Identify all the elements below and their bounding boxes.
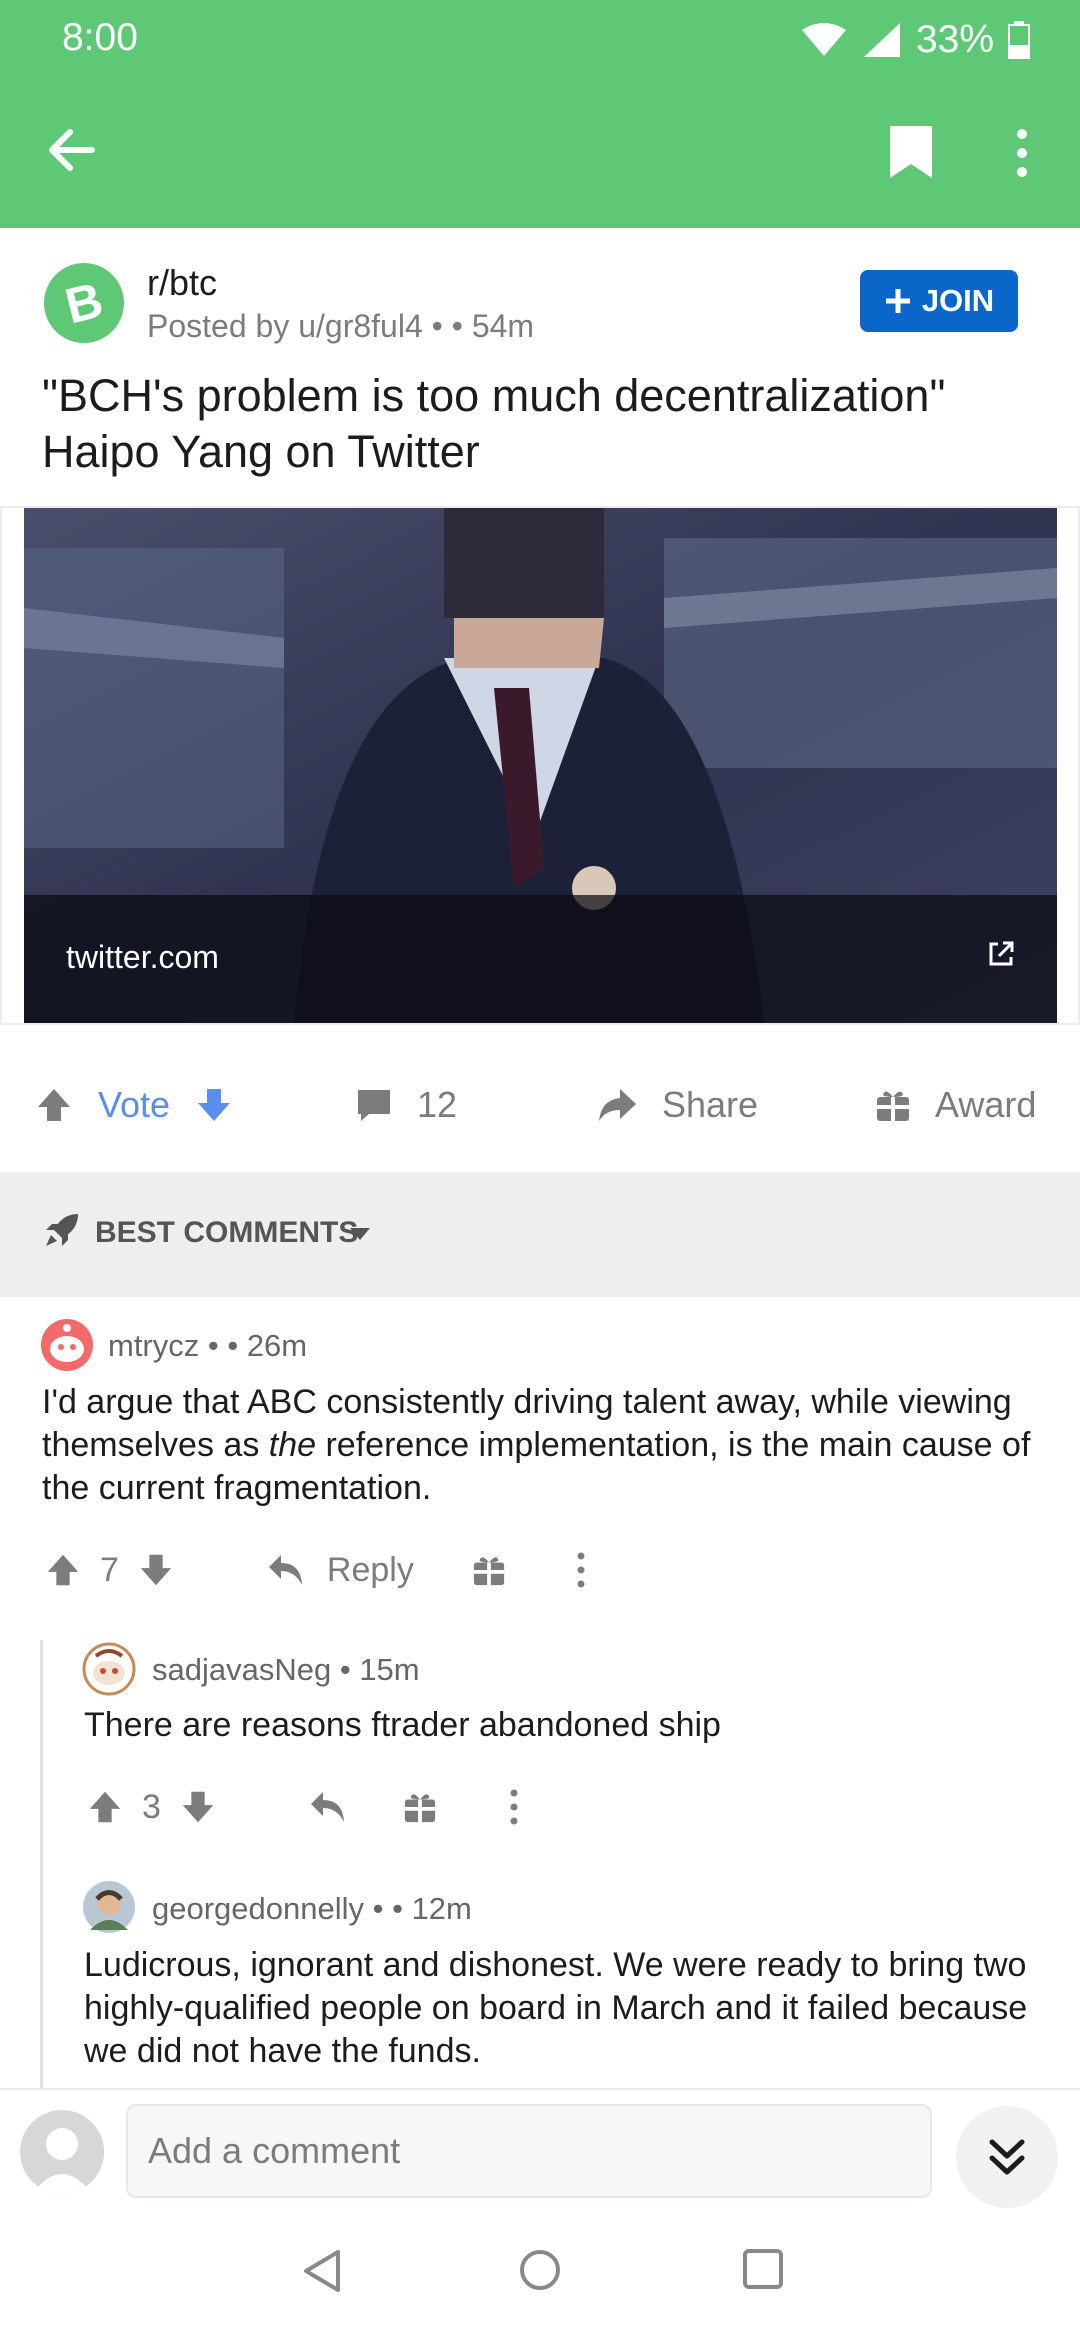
comment-author[interactable]: mtrycz [108, 1328, 199, 1363]
award-button[interactable]: Award [875, 1040, 1036, 1170]
comment-sort-bar[interactable]: BEST COMMENTS [0, 1172, 1080, 1297]
subreddit-avatar[interactable]: B [44, 263, 124, 343]
thread-indent-line[interactable] [40, 1640, 43, 2090]
comment-actions: 7 Reply [44, 1540, 586, 1600]
nav-back-icon[interactable] [300, 2248, 342, 2294]
post-meta: Posted by u/gr8ful4 • • 54m [147, 308, 535, 344]
comment-author[interactable]: georgedonnelly [152, 1891, 364, 1926]
cell-signal-icon [863, 23, 900, 57]
upvote-icon[interactable] [34, 1085, 74, 1125]
chevron-down-icon [350, 1228, 370, 1240]
comment-time: 26m [246, 1328, 308, 1363]
user-placeholder-icon [32, 2128, 92, 2194]
post-time: 54m [471, 308, 535, 344]
snoo-avatar-icon[interactable] [82, 1642, 136, 1696]
vote-label: Vote [98, 1084, 171, 1125]
comment-input[interactable] [126, 2104, 932, 2198]
external-link-icon [989, 941, 1014, 966]
wifi-icon [801, 23, 846, 56]
join-label: JOIN [921, 283, 995, 318]
nav-home-icon[interactable] [518, 2248, 562, 2292]
link-preview-card[interactable]: twitter.com [24, 508, 1057, 1023]
comments-button[interactable]: 12 [355, 1040, 457, 1170]
svg-text:B: B [60, 271, 109, 334]
comment-meta: georgedonnelly • • 12m [152, 1891, 472, 1926]
post-actions: Vote 12 Share Award [0, 1040, 1080, 1170]
gift-icon[interactable] [472, 1553, 506, 1587]
status-bar: 8:00 33% [0, 0, 1080, 80]
reply-label: Reply [326, 1550, 414, 1589]
post-title[interactable]: "BCH's problem is too much decentralizat… [42, 368, 1042, 480]
vote-group: Vote [34, 1040, 234, 1170]
comment-time: 12m [411, 1891, 472, 1926]
sort-label: BEST COMMENTS [95, 1216, 359, 1249]
comment-icon [358, 1090, 390, 1121]
comment-actions: 3 [86, 1777, 519, 1837]
comment-composer [0, 2088, 1080, 2208]
back-arrow-icon[interactable] [46, 124, 98, 176]
link-domain: twitter.com [66, 939, 219, 975]
comment-score: 3 [142, 1787, 161, 1826]
comments-count: 12 [417, 1084, 458, 1125]
user-avatar[interactable] [20, 2110, 104, 2194]
comment-body: Ludicrous, ignorant and dishonest. We we… [84, 1946, 1028, 2070]
bitcoin-cash-icon: B [60, 271, 109, 334]
more-vertical-icon[interactable] [509, 1789, 519, 1825]
more-vertical-icon[interactable] [576, 1552, 586, 1588]
award-label: Award [935, 1084, 1037, 1125]
status-icons: 33% [800, 16, 1030, 64]
downvote-icon[interactable] [179, 1788, 217, 1826]
post-author[interactable]: Posted by u/gr8ful4 [147, 308, 423, 344]
downvote-icon[interactable] [137, 1551, 175, 1589]
system-nav-bar [0, 2208, 1080, 2340]
comment-time: 15m [359, 1652, 420, 1687]
snoo-avatar-icon[interactable] [40, 1318, 94, 1372]
link-domain-bar: twitter.com [24, 895, 1057, 1023]
bookmark-icon[interactable] [888, 124, 934, 180]
nav-recents-icon[interactable] [742, 2248, 784, 2290]
upvote-icon[interactable] [86, 1788, 124, 1826]
subreddit-name[interactable]: r/btc [147, 262, 217, 304]
comment-score: 7 [100, 1550, 119, 1589]
app-bar: 8:00 33% [0, 0, 1080, 228]
battery-percent: 33% [915, 18, 994, 61]
status-time: 8:00 [62, 16, 138, 59]
double-chevron-down-icon [989, 2139, 1025, 2175]
join-button[interactable]: JOIN [860, 270, 1018, 332]
collapse-threads-button[interactable] [956, 2106, 1058, 2208]
gift-icon[interactable] [403, 1790, 437, 1824]
comment-meta: mtrycz • • 26m [108, 1328, 308, 1363]
rocket-icon [46, 1214, 78, 1246]
user-photo-avatar[interactable] [82, 1880, 136, 1934]
reply-button[interactable]: Reply [267, 1551, 414, 1590]
reply-icon[interactable] [309, 1790, 347, 1824]
share-label: Share [662, 1084, 759, 1125]
reply-icon [268, 1555, 302, 1585]
comment-body: I'd argue that ABC consistently driving … [42, 1383, 1031, 1507]
downvote-icon[interactable] [194, 1085, 234, 1125]
battery-icon [1008, 21, 1030, 59]
plus-icon [885, 289, 910, 313]
comment-author[interactable]: sadjavasNeg [152, 1652, 331, 1687]
share-icon [599, 1089, 636, 1121]
more-vertical-icon[interactable] [1012, 128, 1032, 178]
upvote-icon[interactable] [44, 1551, 82, 1589]
share-button[interactable]: Share [596, 1040, 758, 1170]
comment-meta: sadjavasNeg • 15m [152, 1652, 420, 1687]
comment-body: There are reasons ftrader abandoned ship [84, 1706, 721, 1744]
gift-icon [877, 1091, 909, 1121]
